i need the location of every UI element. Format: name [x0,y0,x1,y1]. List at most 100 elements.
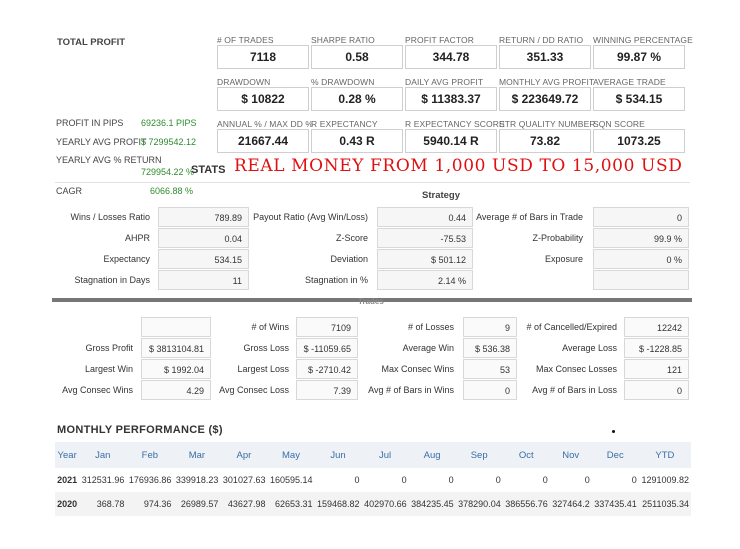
trade-label: Gross Loss [243,343,289,353]
stat-label: Average # of Bars in Trade [476,212,583,222]
metric-label: PROFIT FACTOR [405,35,474,45]
month-value-cell: 0 [354,475,360,485]
trade-label: Avg Consec Wins [62,385,133,395]
metric-value: 351.33 [499,45,591,69]
banner-text: REAL MONEY FROM 1,000 USD TO 15,000 USD [234,156,683,176]
cagr-value: 6066.88 % [150,186,194,196]
trade-value: $ 536.38 [463,338,517,358]
month-value-cell: 62653.31 [274,499,313,509]
stat-value: 11 [158,270,249,290]
stat-label: AHPR [124,233,150,243]
month-value-cell: 402970.66 [364,499,407,509]
column-header: Nov [562,449,580,461]
trade-value: $ -11059.65 [296,338,358,358]
metric-label: % DRAWDOWN [311,77,375,87]
yearly-avg-profit-value: $ 7299542.12 [141,137,197,147]
month-value-cell: 0 [401,475,407,485]
trade-value: 121 [624,359,689,379]
trade-value: $ -1228.85 [624,338,689,358]
trades-title: Trades [358,298,384,306]
metric-value: $ 11383.37 [405,87,497,111]
trade-label: # of Wins [251,322,289,332]
metric-label: R EXPECTANCY [311,119,378,129]
month-value-cell: 2511035.34 [642,499,689,509]
metric-value: 0.43 R [311,129,403,153]
column-header: YTD [655,449,675,461]
month-value-cell: 337435.41 [594,499,637,509]
column-header: Apr [236,449,252,461]
trade-value: 12242 [624,317,689,337]
metric-label: DRAWDOWN [217,77,271,87]
metric-label: DAILY AVG PROFIT [405,77,484,87]
month-value-cell: 0 [631,475,637,485]
column-header: Year [57,449,77,461]
column-header: Feb [141,449,159,461]
month-value-cell: 301027.63 [222,475,266,485]
metric-label: SHARPE RATIO [311,35,375,45]
divider [55,182,690,183]
month-value-cell: 0 [584,475,590,485]
stats-label: STATS [191,164,226,176]
month-value-cell: 327464.2 [552,499,590,509]
stat-label: Stagnation in Days [74,275,150,285]
trade-label: Average Loss [562,343,617,353]
trade-value: $ 3813104.81 [141,338,211,358]
trade-label: # of Losses [407,322,454,332]
metric-value: 7118 [217,45,309,69]
column-header: Oct [518,449,534,461]
year-cell: 2020 [57,499,78,509]
month-value-cell: 0 [495,475,501,485]
metric-value: 99.87 % [593,45,685,69]
column-header: Jun [330,449,346,461]
trade-label: # of Cancelled/Expired [526,322,617,332]
stat-value: 0 % [593,249,689,269]
table-row: 2020 368.78 974.36 26989.57 43627.98 62653.31… [55,492,691,516]
month-value-cell: 386556.76 [505,499,548,509]
metric-label: WINNING PERCENTAGE [593,35,693,45]
trade-label: Gross Profit [85,343,133,353]
column-header: Mar [188,449,206,461]
monthly-performance-table: Year Jan Feb Mar Apr May Jun Jul Aug Sep Oct Nov Dec… [55,442,691,516]
metric-label: R EXPECTANCY SCORE [405,119,505,129]
stat-value: 99.9 % [593,228,689,248]
trade-label: Largest Win [84,364,133,374]
stat-value: 0.44 [377,207,473,227]
metric-value: 5940.14 R [405,129,497,153]
stat-label: Expectancy [103,254,150,264]
monthly-title: MONTHLY PERFORMANCE ($) [57,424,223,436]
metric-value: 21667.44 [217,129,309,153]
metric-value: 0.28 % [311,87,403,111]
trade-value: 0 [463,380,517,400]
month-value-cell: 974.36 [143,499,172,509]
trade-value: $ 1992.04 [141,359,211,379]
yearly-avg-return-label: YEARLY AVG % RETURN [56,155,162,165]
month-value-cell: 159468.82 [317,499,360,509]
column-header: May [282,449,300,461]
cagr-label: CAGR [56,186,83,196]
metric-value: $ 223649.72 [499,87,591,111]
metric-value: $ 10822 [217,87,309,111]
month-value-cell: 339918.23 [175,475,219,485]
metric-value: 344.78 [405,45,497,69]
stat-value: 0 [593,207,689,227]
trade-label: Avg # of Bars in Loss [532,385,617,395]
trade-value: 53 [463,359,517,379]
stat-value: 534.15 [158,249,249,269]
trade-label: Largest Loss [237,364,289,374]
month-value-cell: 312531.96 [81,475,125,485]
column-header: Aug [423,449,441,461]
metric-label: ANNUAL % / MAX DD % [217,119,314,129]
month-value-cell: 43627.98 [227,499,266,509]
metric-label: MONTHLY AVG PROFIT [499,77,595,87]
stat-label: Stagnation in % [304,275,368,285]
metric-label: # OF TRADES [217,35,274,45]
trade-label: Avg Consec Loss [219,385,289,395]
table-row: 2021 312531.96 176936.86 339918.23 301027.63… [55,468,691,492]
trade-value: 7109 [296,317,358,337]
strategy-title: Strategy [422,190,461,201]
yearly-avg-profit-label: YEARLY AVG PROFIT [56,137,147,147]
dot-marker [612,430,615,433]
stat-label: Z-Probability [532,233,583,243]
column-header: Jan [95,449,111,461]
stat-value [593,270,689,290]
